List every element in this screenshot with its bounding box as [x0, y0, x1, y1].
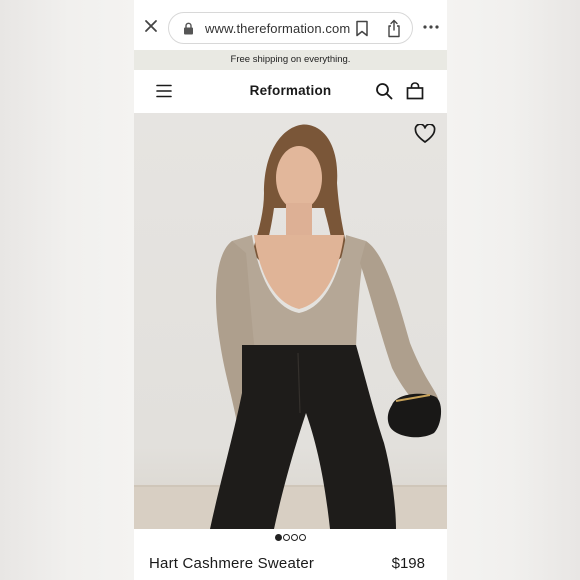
share-icon[interactable]: [386, 19, 402, 38]
more-icon[interactable]: [422, 20, 440, 34]
brand-logo[interactable]: Reformation: [134, 83, 447, 98]
lock-icon: [184, 22, 193, 35]
close-icon[interactable]: [142, 17, 160, 35]
product-price: $198: [391, 555, 425, 572]
heart-icon[interactable]: [414, 124, 436, 144]
carousel-dot-4[interactable]: [299, 534, 306, 541]
phone-screen: www.thereformation.com Free shipping on …: [134, 0, 447, 580]
search-icon[interactable]: [375, 82, 393, 100]
product-image[interactable]: [134, 113, 447, 529]
image-carousel-dots: [275, 534, 315, 542]
carousel-dot-3[interactable]: [291, 534, 298, 541]
bookmark-icon[interactable]: [355, 20, 369, 37]
site-header: Reformation: [134, 70, 447, 113]
model-photo: [134, 124, 447, 529]
carousel-dot-1[interactable]: [275, 534, 282, 541]
product-name: Hart Cashmere Sweater: [149, 555, 315, 572]
carousel-dot-2[interactable]: [283, 534, 290, 541]
address-bar[interactable]: www.thereformation.com: [168, 12, 413, 44]
bag-icon[interactable]: [406, 82, 424, 100]
shipping-banner: Free shipping on everything.: [134, 50, 447, 70]
browser-toolbar: www.thereformation.com: [134, 0, 447, 52]
url-text: www.thereformation.com: [205, 21, 351, 36]
